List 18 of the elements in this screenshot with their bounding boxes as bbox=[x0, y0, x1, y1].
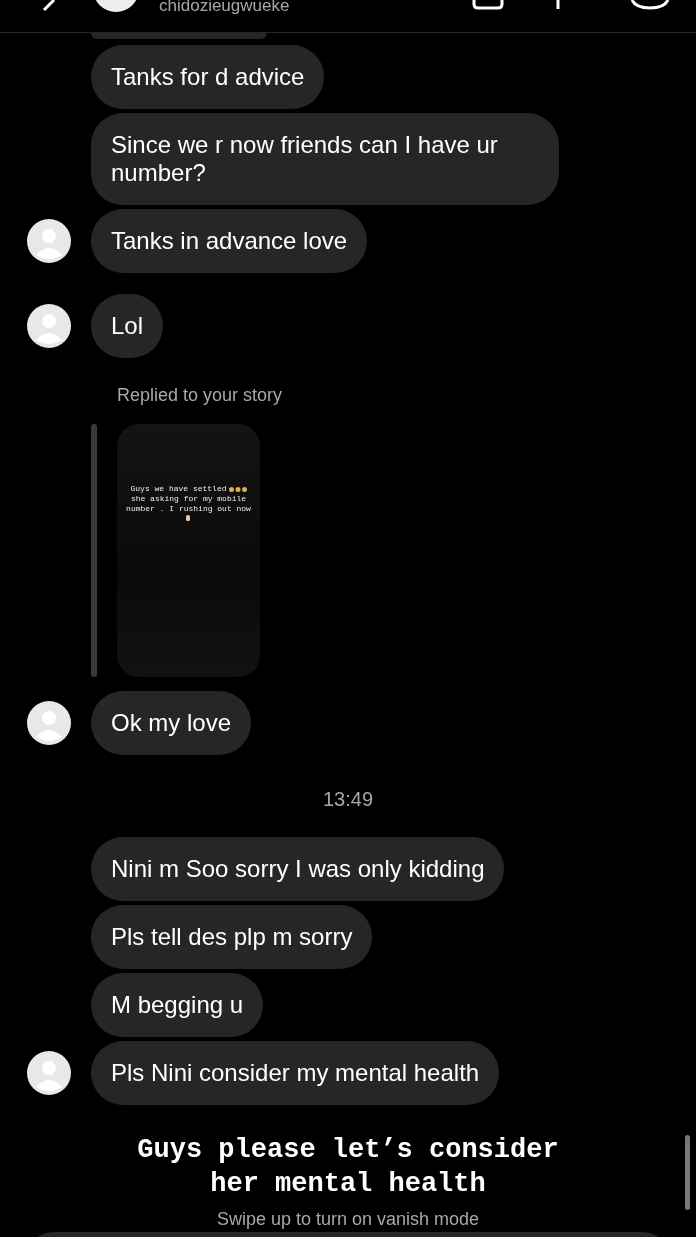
message-bubble: Nini m Soo sorry I was only kidding bbox=[91, 837, 505, 901]
message-bubble: Ok my love bbox=[91, 691, 252, 755]
message-bubble: M begging u bbox=[91, 973, 264, 1037]
vanish-hint: Swipe up to turn on vanish mode bbox=[215, 1208, 481, 1230]
caption-text: her mental health bbox=[210, 1169, 486, 1199]
message-bubble: Tanks in advance love bbox=[91, 209, 368, 273]
story-thumbnail[interactable]: Guys we have settled she asking for my mobile number . I rushing out now bbox=[117, 424, 260, 677]
message-bubble: Since we r now friends can I have ur number? bbox=[91, 113, 559, 205]
story-text: she asking for my mobile bbox=[130, 494, 247, 504]
message-bubble: Lol bbox=[91, 294, 164, 358]
message-bubble: Pls tell des plp m sorry bbox=[91, 905, 373, 969]
reply-label: Replied to your story bbox=[117, 384, 284, 406]
story-text: Guys we have settled bbox=[130, 484, 227, 494]
message-bubble: Pls Nini consider my mental health bbox=[91, 1041, 500, 1105]
story-text: number . I rushing out now bbox=[126, 504, 251, 514]
caption-text: Guys please let’s consider bbox=[137, 1135, 559, 1165]
timestamp: 13:49 bbox=[322, 787, 374, 811]
message-bubble: Tanks for d advice bbox=[91, 45, 325, 109]
